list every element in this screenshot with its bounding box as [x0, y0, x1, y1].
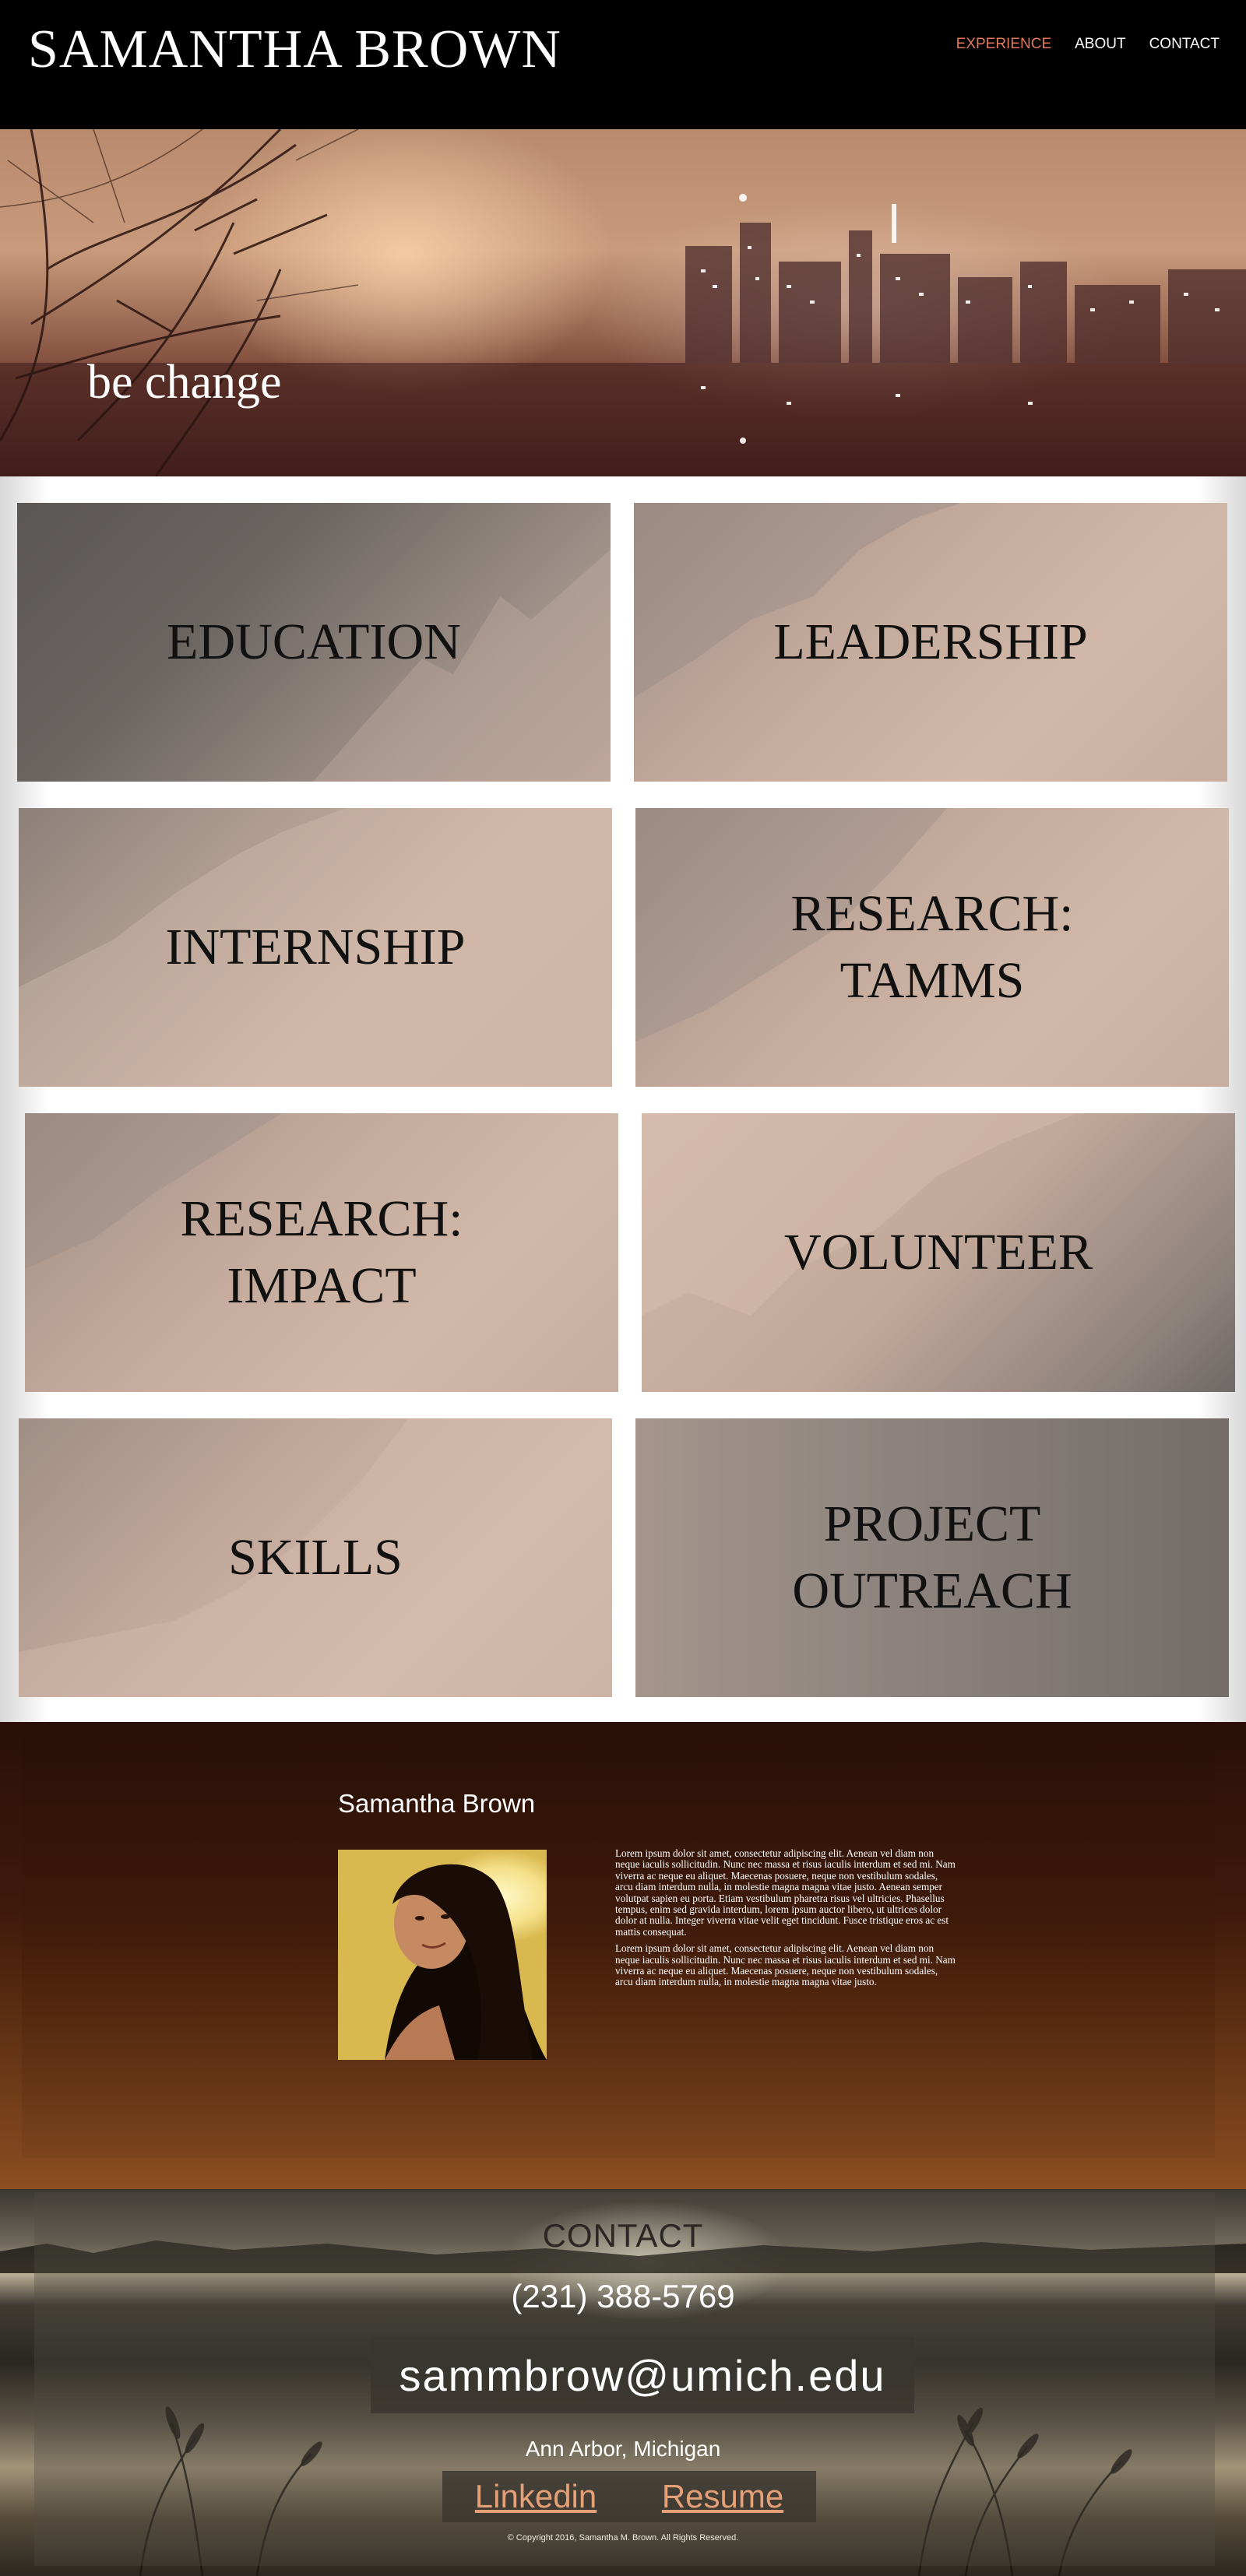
- profile-photo: [338, 1850, 547, 2060]
- site-title[interactable]: SAMANTHA BROWN: [28, 19, 561, 81]
- contact-city: Ann Arbor, Michigan: [525, 2437, 721, 2461]
- copyright-text: © Copyright 2016, Samantha M. Brown. All…: [507, 2533, 739, 2543]
- about-bio: Lorem ipsum dolor sit amet, consectetur …: [615, 1847, 958, 1994]
- tile-research-tamms-label: RESEARCH: TAMMS: [790, 885, 1074, 1009]
- email-box: sammbrow@umich.edu: [371, 2337, 914, 2413]
- hero-city-skyline-image: [0, 129, 1246, 476]
- tile-leadership[interactable]: LEADERSHIP: [634, 503, 1227, 782]
- bio-paragraph: Lorem ipsum dolor sit amet, consectetur …: [615, 1942, 956, 1988]
- contact-section: CONTACT (231) 388-5769 sammbrow@umich.ed…: [0, 2189, 1246, 2576]
- linkedin-link[interactable]: Linkedin: [475, 2478, 597, 2515]
- contact-links: Linkedin Resume: [442, 2471, 816, 2522]
- profile-portrait-image: [385, 1864, 547, 2060]
- resume-link[interactable]: Resume: [662, 2478, 783, 2515]
- tile-research-impact[interactable]: RESEARCH: IMPACT: [25, 1113, 618, 1392]
- tile-education-label: EDUCATION: [167, 613, 461, 670]
- tile-volunteer[interactable]: VOLUNTEER: [642, 1113, 1235, 1392]
- tile-project-outreach-label: PROJECT OUTREACH: [792, 1495, 1072, 1619]
- tile-project-outreach[interactable]: PROJECT OUTREACH: [635, 1418, 1229, 1697]
- tile-education[interactable]: EDUCATION: [17, 503, 611, 782]
- nav-item-about[interactable]: ABOUT: [1075, 36, 1125, 53]
- hero-banner: be change: [0, 129, 1246, 476]
- nav-item-experience[interactable]: EXPERIENCE: [956, 36, 1051, 53]
- tile-research-impact-label: RESEARCH: IMPACT: [180, 1190, 463, 1314]
- tile-skills[interactable]: SKILLS: [19, 1418, 612, 1697]
- about-section: Samantha Brown Lorem ipsum dolor sit ame…: [0, 1722, 1246, 2189]
- tile-leadership-label: LEADERSHIP: [773, 613, 1088, 670]
- hero-tagline: be change: [87, 356, 282, 409]
- bio-paragraph: Lorem ipsum dolor sit amet, consectetur …: [615, 1847, 956, 1938]
- main-nav: EXPERIENCE ABOUT CONTACT: [956, 36, 1220, 53]
- tile-skills-label: SKILLS: [228, 1529, 403, 1586]
- experience-grid: EDUCATION LEADERSHIP INTERNSHIP RESEARCH…: [0, 476, 1246, 1722]
- contact-title: CONTACT: [542, 2217, 704, 2254]
- contact-phone[interactable]: (231) 388-5769: [0, 2278, 1246, 2315]
- contact-email-link[interactable]: sammbrow@umich.edu: [399, 2350, 885, 2401]
- tile-internship-label: INTERNSHIP: [165, 919, 466, 975]
- site-header: SAMANTHA BROWN EXPERIENCE ABOUT CONTACT: [0, 0, 1246, 129]
- nav-item-contact[interactable]: CONTACT: [1149, 36, 1220, 53]
- tile-volunteer-label: VOLUNTEER: [784, 1224, 1093, 1281]
- tile-internship[interactable]: INTERNSHIP: [19, 808, 612, 1087]
- about-name: Samantha Brown: [338, 1789, 536, 1818]
- tile-research-tamms[interactable]: RESEARCH: TAMMS: [635, 808, 1229, 1087]
